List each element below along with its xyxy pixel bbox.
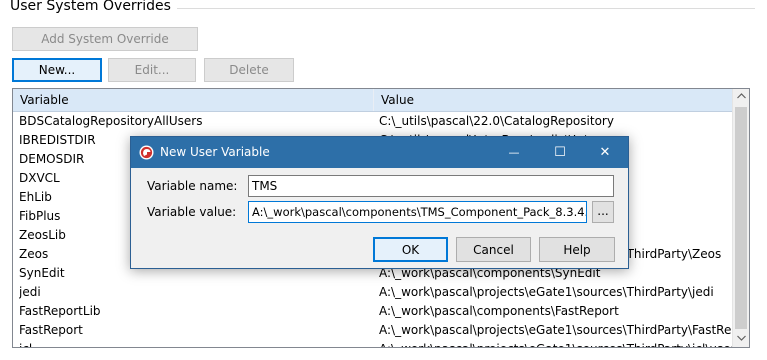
add-system-override-button[interactable]: Add System Override [12, 27, 198, 51]
variable-cell: jedi [19, 285, 41, 299]
table-row[interactable]: icl A:\_work\pascal\projects\eGate1\sourc… [13, 340, 735, 347]
new-user-variable-dialog: New User Variable — ☐ ✕ Variable name: T… [130, 136, 629, 269]
group-title: User System Overrides [10, 0, 177, 14]
vertical-scrollbar[interactable] [732, 89, 749, 347]
add-system-override-label: Add System Override [41, 32, 169, 46]
variable-value-text: A:\_work\pascal\components\TMS_Component… [252, 205, 587, 219]
table-row[interactable]: FastReport A:\_work\pascal\projects\eGate… [13, 321, 735, 340]
variable-cell: FastReportLib [19, 304, 101, 318]
browse-label: ... [597, 204, 609, 218]
variable-value-field[interactable]: A:\_work\pascal\components\TMS_Component… [248, 201, 587, 223]
table-row[interactable]: FastReportLib A:\_work\pascal\components\… [13, 302, 735, 321]
table-row[interactable]: jedi A:\_work\pascal\projects\eGate1\sour… [13, 283, 735, 302]
close-icon: ✕ [599, 145, 611, 160]
variable-cell: BDSCatalogRepositoryAllUsers [19, 114, 203, 128]
value-cell: C:\_utils\pascal\22.0\CatalogRepository [379, 114, 614, 128]
variable-cell: icl [19, 340, 369, 347]
edit-button-label: Edit... [134, 63, 170, 77]
dialog-titlebar[interactable]: New User Variable — ☐ ✕ [131, 137, 628, 168]
column-header-value-label: Value [381, 93, 414, 107]
maximize-button[interactable]: ☐ [537, 137, 583, 168]
value-cell: A:\_work\pascal\components\FastReport [379, 304, 619, 318]
variable-name-label: Variable name: [147, 179, 238, 193]
help-button-label: Help [563, 242, 591, 257]
ok-button-label: OK [401, 242, 420, 257]
dialog-title: New User Variable [160, 145, 270, 159]
scrollbar-thumb[interactable] [735, 107, 747, 329]
variable-name-value: TMS [252, 179, 278, 193]
maximize-icon: ☐ [554, 145, 566, 160]
close-button[interactable]: ✕ [582, 137, 628, 168]
minimize-icon: — [508, 146, 520, 159]
edit-button[interactable]: Edit... [108, 58, 196, 82]
value-cell: A:\_work\pascal\projects\eGate1\sources\… [379, 340, 735, 347]
minimize-button[interactable]: — [491, 137, 537, 168]
delete-button[interactable]: Delete [204, 58, 294, 82]
table-row[interactable]: BDSCatalogRepositoryAllUsers C:\_utils\pa… [13, 112, 735, 131]
new-button-label: New... [38, 63, 76, 77]
variable-cell: FastReport [19, 323, 83, 337]
scroll-up-arrow-icon[interactable] [733, 89, 749, 105]
new-button[interactable]: New... [12, 58, 102, 82]
variable-value-label: Variable value: [147, 205, 237, 219]
ok-button[interactable]: OK [373, 237, 448, 262]
value-cell: A:\_work\pascal\projects\eGate1\sources\… [379, 285, 714, 299]
list-header: Variable Value [13, 89, 735, 112]
scroll-down-arrow-icon[interactable] [733, 331, 749, 347]
browse-button[interactable]: ... [592, 201, 614, 223]
group-divider [175, 8, 755, 9]
group-title-text: User System Overrides [10, 0, 171, 14]
column-header-value[interactable]: Value [374, 89, 735, 111]
value-cell: A:\_work\pascal\projects\eGate1\sources\… [379, 323, 735, 337]
cancel-button-label: Cancel [473, 242, 514, 257]
cancel-button[interactable]: Cancel [456, 237, 531, 262]
column-header-variable[interactable]: Variable [13, 89, 373, 111]
column-header-variable-label: Variable [20, 93, 69, 107]
delete-button-label: Delete [229, 63, 269, 77]
delphi-helmet-icon [139, 145, 154, 160]
help-button[interactable]: Help [539, 237, 615, 262]
variable-name-field[interactable]: TMS [248, 175, 614, 197]
